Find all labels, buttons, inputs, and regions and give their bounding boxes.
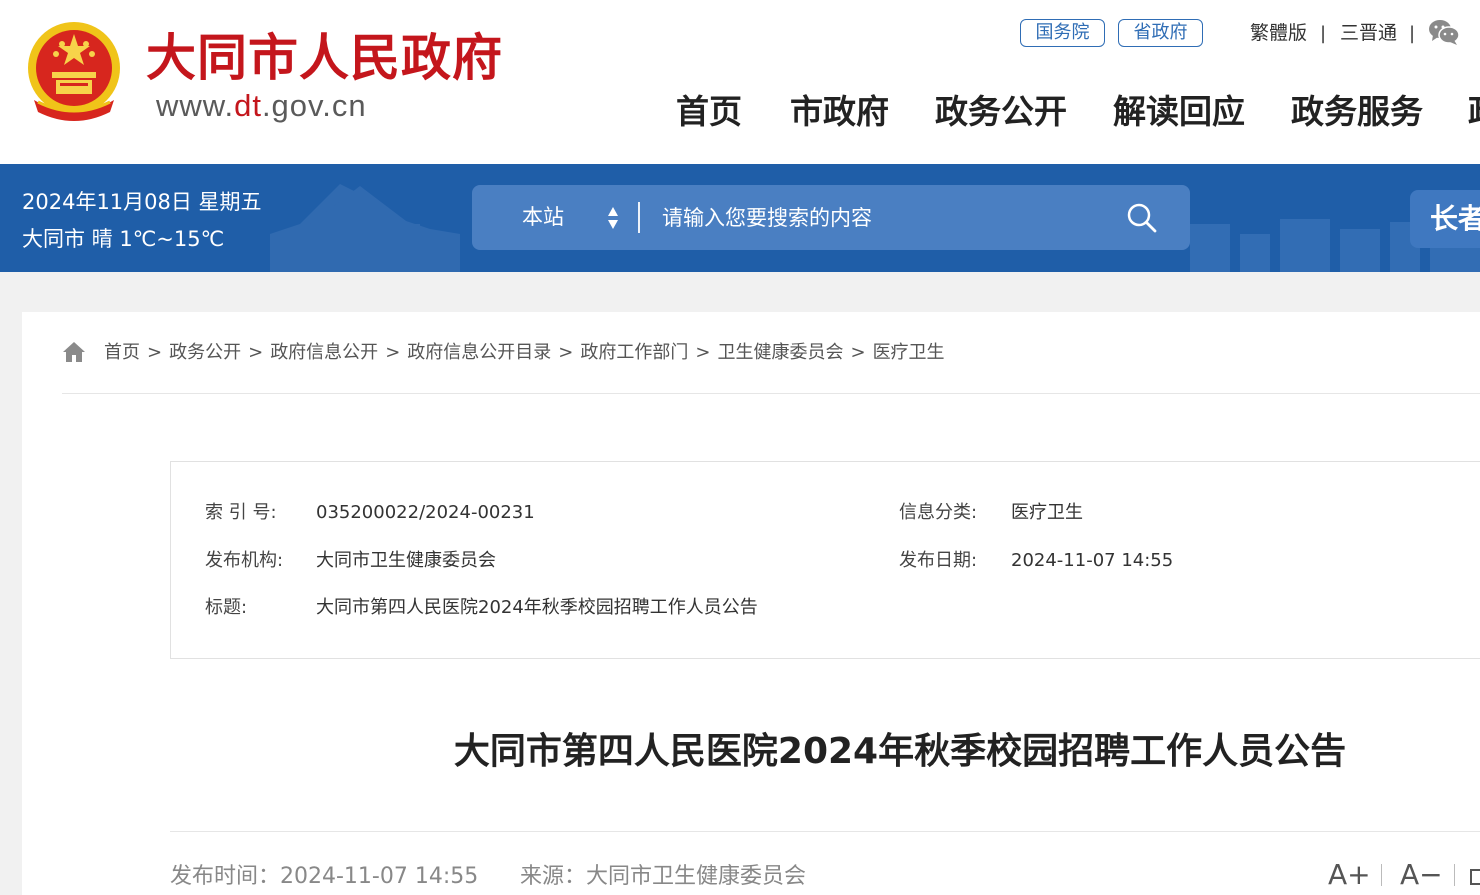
index-number-label: 索 引 号: [205, 502, 277, 523]
publish-date-label: 发布日期: [899, 550, 978, 571]
site-url-suffix: .gov.cn [261, 88, 367, 123]
top-link-separator: | [1409, 23, 1416, 44]
current-date: 2024年11月08日 星期五 [22, 190, 262, 214]
category-label: 信息分类: [899, 502, 978, 523]
top-link-separator: | [1320, 23, 1327, 44]
breadcrumb-item[interactable]: 政府信息公开目录 [407, 342, 551, 363]
breadcrumb-separator: > [248, 342, 264, 363]
traditional-chinese-link[interactable]: 繁體版 [1250, 20, 1307, 46]
main-content: 首页 > 政务公开 > 政府信息公开 > 政府信息公开目录 > 政府工作部门 > 卫生健康委员会 > 医… [22, 312, 1480, 895]
weather-info: 大同市 晴 1℃~15℃ [22, 227, 225, 251]
article-source: 来源：大同市卫生健康委员会 [520, 864, 807, 889]
search-icon[interactable] [1126, 202, 1158, 234]
font-increase-button[interactable]: A+ [1328, 858, 1371, 892]
home-icon[interactable] [62, 340, 86, 364]
national-emblem-icon[interactable] [24, 20, 124, 124]
breadcrumb-item[interactable]: 政府工作部门 [580, 342, 688, 363]
search-input[interactable] [662, 185, 1102, 250]
title-label: 标题: [205, 597, 248, 618]
elderly-mode-label: 长者 [1430, 202, 1480, 235]
breadcrumb-separator: > [385, 342, 401, 363]
elderly-mode-tab[interactable]: 长者 [1410, 190, 1480, 248]
category-value: 医疗卫生 [1011, 502, 1083, 523]
font-decrease-button[interactable]: A− [1400, 858, 1443, 892]
search-bar: 本站 [472, 185, 1190, 250]
nav-item-city-gov[interactable]: 市政府 [790, 90, 889, 134]
wechat-icon[interactable] [1428, 18, 1460, 46]
nav-item-home[interactable]: 首页 [676, 90, 742, 134]
publish-time: 发布时间：2024-11-07 14:55 [170, 864, 479, 889]
site-url: www.dt.gov.cn [156, 88, 367, 124]
nav-item-gov-affairs[interactable]: 政务公开 [935, 90, 1067, 134]
breadcrumb-item[interactable]: 政府信息公开 [270, 342, 378, 363]
publisher-value: 大同市卫生健康委员会 [316, 550, 496, 571]
breadcrumb-separator: > [558, 342, 574, 363]
breadcrumb-separator: > [147, 342, 163, 363]
breadcrumb-divider [62, 393, 1480, 394]
site-url-prefix: www. [156, 88, 235, 123]
font-button-divider [1454, 864, 1455, 886]
article-title: 大同市第四人民医院2024年秋季校园招聘工作人员公告 [453, 731, 1347, 772]
breadcrumb: 首页 > 政务公开 > 政府信息公开 > 政府信息公开目录 > 政府工作部门 > 卫生健康委员会 > 医… [104, 340, 945, 366]
document-meta-box: 索 引 号: 035200022/2024-00231 信息分类: 医疗卫生 发… [170, 461, 1480, 659]
publisher-label: 发布机构: [205, 550, 284, 571]
publish-date-value: 2024-11-07 14:55 [1011, 550, 1174, 571]
font-button-divider [1381, 864, 1382, 886]
breadcrumb-item[interactable]: 政务公开 [169, 342, 241, 363]
search-divider [638, 202, 640, 233]
breadcrumb-separator: > [695, 342, 711, 363]
index-number-value: 035200022/2024-00231 [316, 502, 535, 523]
sort-arrows-icon[interactable] [606, 205, 620, 231]
nav-item-gov-services[interactable]: 政务服务 [1291, 90, 1423, 134]
site-url-highlight: dt [234, 88, 262, 123]
info-search-band: 2024年11月08日 星期五 大同市 晴 1℃~15℃ 本站 长者 [0, 164, 1480, 272]
print-icon[interactable] [1470, 864, 1480, 888]
site-header: 大同市人民政府 www.dt.gov.cn 国务院 省政府 繁體版 | 三晋通 … [0, 0, 1480, 164]
breadcrumb-item[interactable]: 医疗卫生 [873, 342, 945, 363]
site-title[interactable]: 大同市人民政府 [146, 18, 503, 90]
breadcrumb-item[interactable]: 卫生健康委员会 [717, 342, 843, 363]
breadcrumb-item[interactable]: 首页 [104, 342, 140, 363]
breadcrumb-separator: > [850, 342, 866, 363]
sanjintong-link[interactable]: 三晋通 [1340, 20, 1397, 46]
province-gov-link[interactable]: 省政府 [1118, 19, 1203, 47]
title-divider [170, 831, 1480, 832]
search-scope-select[interactable]: 本站 [522, 185, 564, 250]
nav-item-overflow[interactable]: 政 [1468, 90, 1480, 136]
state-council-link[interactable]: 国务院 [1020, 19, 1105, 47]
title-value: 大同市第四人民医院2024年秋季校园招聘工作人员公告 [316, 597, 758, 618]
nav-item-interpretation[interactable]: 解读回应 [1113, 90, 1245, 134]
